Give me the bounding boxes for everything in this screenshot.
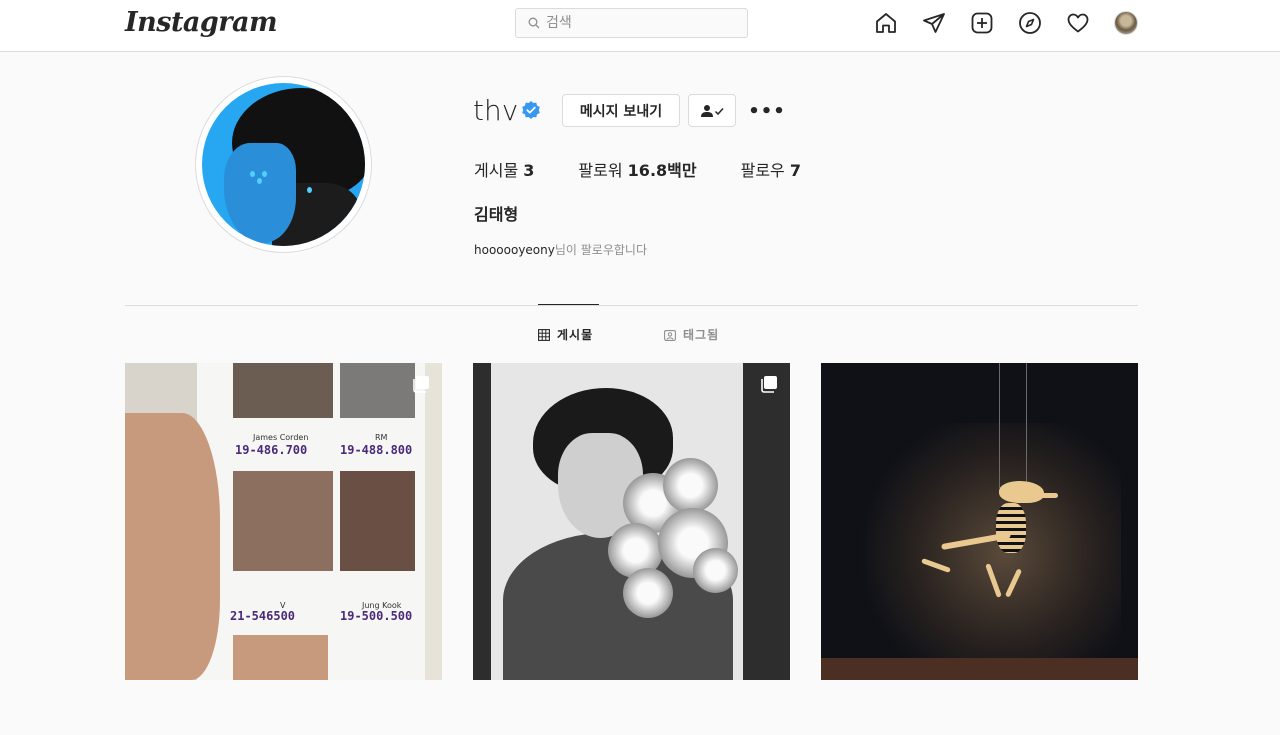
tab-posts[interactable]: 게시물 (538, 326, 593, 343)
following-count-value: 7 (789, 161, 801, 180)
followers-count-label: 팔로워 (578, 161, 623, 180)
instagram-logo[interactable]: Instagram (125, 7, 278, 38)
post-thumbnail-3[interactable] (821, 363, 1138, 680)
profile-picture-image (202, 83, 365, 246)
profile-picture[interactable] (195, 76, 372, 253)
profile-avatar[interactable] (1114, 11, 1138, 35)
nav-icons (873, 10, 1113, 36)
following-count[interactable]: 팔로우 7 (741, 157, 801, 181)
tab-tagged-label: 태그됨 (683, 328, 720, 342)
tabs-divider (125, 305, 1138, 306)
card-number-2: 19-488.800 (340, 443, 413, 457)
card-name-2: RM (375, 433, 388, 442)
multiple-photos-icon (761, 376, 777, 393)
activity-heart-icon[interactable] (1065, 10, 1091, 36)
posts-count-value: 3 (523, 161, 535, 180)
more-options-icon[interactable]: ••• (748, 101, 785, 122)
followed-by-text[interactable]: hoooooyeony님이 팔로우합니다 (474, 241, 647, 258)
send-message-button[interactable]: 메시지 보내기 (562, 94, 680, 127)
new-post-icon[interactable] (969, 10, 995, 36)
search-input[interactable] (546, 15, 736, 31)
profile-full-name: 김태형 (474, 205, 519, 224)
followers-count-value: 16.8백만 (627, 161, 697, 180)
person-check-icon (701, 104, 724, 117)
tagged-icon (664, 329, 676, 341)
followers-count[interactable]: 팔로워 16.8백만 (578, 157, 696, 181)
card-number-3: 21-546500 (230, 609, 296, 623)
posts-count-label: 게시물 (474, 161, 519, 180)
post-thumbnail-1[interactable]: James Corden RM 19-486.700 19-488.800 V … (125, 363, 442, 680)
followed-by-username[interactable]: hoooooyeony (474, 243, 555, 257)
top-navigation-bar: Instagram (0, 0, 1280, 52)
multiple-photos-icon (413, 376, 429, 393)
card-number-4: 19-500.500 (340, 609, 413, 623)
home-icon[interactable] (873, 10, 899, 36)
card-number-1: 19-486.700 (235, 443, 308, 457)
card-name-1: James Corden (253, 433, 309, 442)
following-count-label: 팔로우 (740, 161, 785, 180)
tab-posts-label: 게시물 (557, 328, 594, 342)
search-box[interactable] (515, 8, 748, 38)
post-thumbnail-2[interactable] (473, 363, 790, 680)
direct-message-icon[interactable] (921, 10, 947, 36)
active-tab-indicator (538, 304, 599, 305)
search-icon (528, 17, 540, 29)
following-status-button[interactable] (688, 94, 736, 127)
posts-count: 게시물 3 (474, 157, 534, 181)
verified-badge-icon (522, 101, 540, 119)
followed-by-suffix: 님이 팔로우합니다 (554, 243, 647, 257)
tab-tagged[interactable]: 태그됨 (664, 326, 719, 343)
profile-stats: 게시물 3 팔로워 16.8백만 팔로우 7 (474, 157, 845, 181)
explore-icon[interactable] (1017, 10, 1043, 36)
grid-icon (538, 328, 550, 341)
profile-username: thv (473, 94, 519, 127)
